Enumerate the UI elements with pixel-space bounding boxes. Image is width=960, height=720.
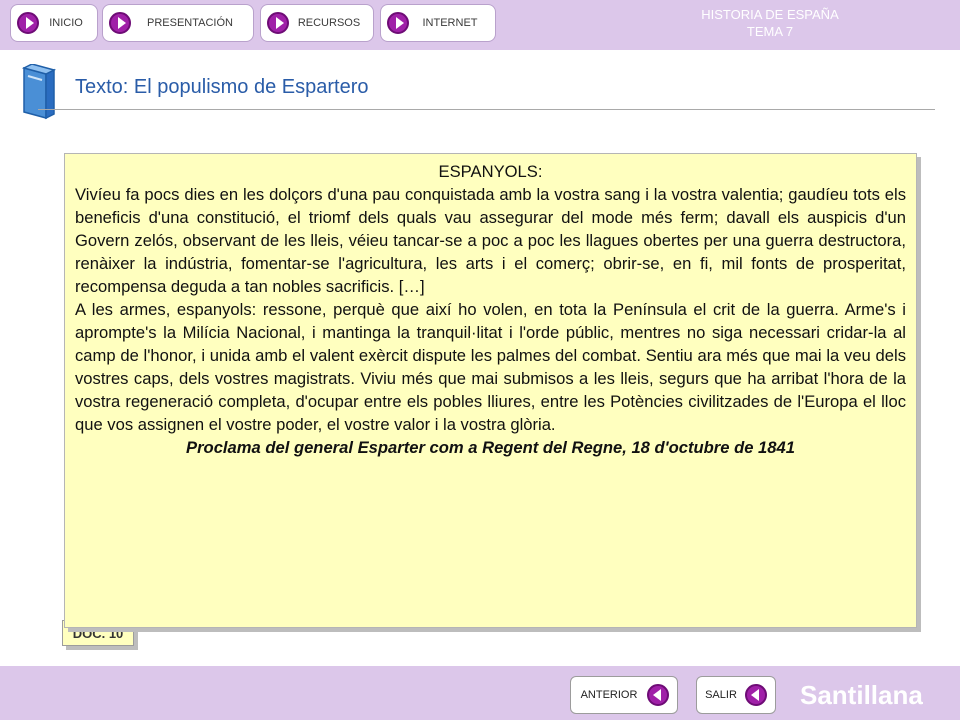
- document-box: ESPANYOLS: Vivíeu fa pocs dies en les do…: [64, 153, 917, 628]
- brand-logo: Santillana: [800, 680, 923, 710]
- nav-label: INICIO: [49, 17, 83, 29]
- course-title: HISTORIA DE ESPAÑA TEMA 7: [680, 6, 860, 40]
- title-divider: [38, 109, 935, 110]
- document-heading: ESPANYOLS:: [438, 162, 543, 181]
- play-arrow-icon: [109, 12, 131, 34]
- document-paragraph-2: A les armes, espanyols: ressone, perquè …: [75, 300, 906, 434]
- course-title-line2: TEMA 7: [746, 24, 794, 39]
- back-arrow-icon: [647, 684, 669, 706]
- nav-button-presentacion[interactable]: PRESENTACIÓN: [102, 4, 254, 42]
- document-source: Proclama del general Esparter com a Rege…: [186, 438, 795, 457]
- previous-label: ANTERIOR: [580, 689, 638, 701]
- nav-button-recursos[interactable]: RECURSOS: [260, 4, 374, 42]
- previous-button[interactable]: ANTERIOR: [570, 676, 678, 714]
- back-arrow-icon: [745, 684, 767, 706]
- nav-button-inicio[interactable]: INICIO: [10, 4, 98, 42]
- nav-label: RECURSOS: [297, 17, 361, 29]
- book-icon: [21, 64, 57, 120]
- nav-button-internet[interactable]: INTERNET: [380, 4, 496, 42]
- nav-label: PRESENTACIÓN: [147, 17, 233, 29]
- nav-label: INTERNET: [422, 17, 478, 29]
- page-title: Texto: El populismo de Espartero: [75, 76, 369, 98]
- play-arrow-icon: [17, 12, 39, 34]
- play-arrow-icon: [267, 12, 289, 34]
- play-arrow-icon: [387, 12, 409, 34]
- document-paragraph-1: Vivíeu fa pocs dies en les dolçors d'una…: [75, 185, 906, 296]
- exit-button[interactable]: SALIR: [696, 676, 776, 714]
- exit-label: SALIR: [705, 689, 737, 701]
- course-title-line1: HISTORIA DE ESPAÑA: [701, 7, 839, 22]
